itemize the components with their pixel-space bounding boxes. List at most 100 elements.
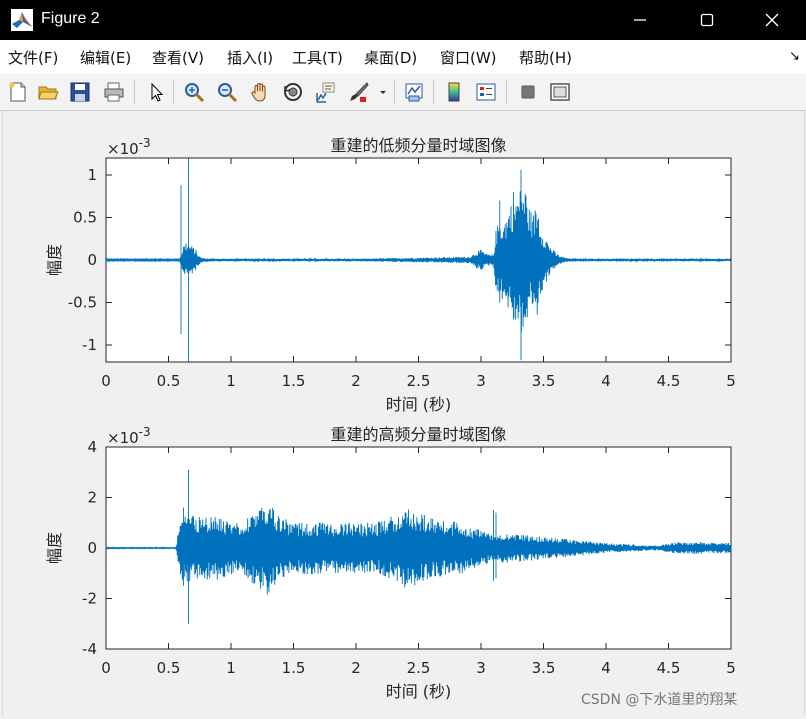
rotate-3d-icon (284, 83, 302, 101)
x-tick-label: 1.5 (282, 659, 306, 677)
x-tick-label: 3 (476, 372, 486, 390)
zoom-out-button[interactable] (213, 78, 241, 106)
menu-tools[interactable]: 工具(T) (292, 47, 343, 68)
x-tick-label: 1.5 (282, 372, 306, 390)
zoom-in-icon (185, 83, 205, 103)
x-tick-label: 4.5 (657, 372, 681, 390)
exponent-label: ×10-3 (107, 425, 151, 447)
menu-edit[interactable]: 编辑(E) (80, 47, 131, 68)
zoom-in-button[interactable] (180, 78, 208, 106)
x-tick-label: 4 (601, 659, 611, 677)
legend-button[interactable] (472, 78, 500, 106)
x-tick-label: 5 (726, 659, 736, 677)
chart-title: 重建的高频分量时域图像 (330, 425, 506, 444)
brush-button[interactable] (344, 78, 372, 106)
x-tick-label: 2 (351, 659, 361, 677)
data-cursor-icon (316, 82, 335, 103)
save-icon (70, 82, 90, 102)
new-figure-icon (9, 82, 26, 102)
x-tick-label: 3 (476, 659, 486, 677)
menu-help[interactable]: 帮助(H) (519, 47, 572, 68)
axes-highfreq[interactable]: 重建的高频分量时域图像 时间 (秒) 幅度 ×10-3 0 0.5 1 1.5 2 2.5… (45, 425, 736, 701)
y-tick-label: -2 (82, 590, 97, 608)
print-button[interactable] (100, 78, 128, 106)
menu-window[interactable]: 窗口(W) (440, 47, 497, 68)
data-cursor-button[interactable] (311, 78, 339, 106)
maximize-button[interactable] (684, 0, 730, 40)
y-tick-label: -4 (82, 640, 97, 658)
close-button[interactable] (749, 0, 795, 40)
figure-toolbar (0, 74, 806, 111)
legend-icon (476, 83, 496, 101)
link-plot-button[interactable] (400, 78, 428, 106)
chart-title: 重建的低频分量时域图像 (330, 136, 506, 155)
x-axis-label: 时间 (秒) (386, 682, 452, 701)
link-plot-icon (405, 83, 423, 102)
show-plot-tools-icon (550, 83, 570, 101)
x-tick-label: 1 (226, 372, 236, 390)
x-tick-label: 2.5 (407, 659, 431, 677)
window-title: Figure 2 (41, 10, 100, 27)
hide-plot-tools-icon (521, 85, 535, 99)
matlab-logo-icon (11, 9, 33, 31)
brush-dropdown-button[interactable] (376, 78, 390, 106)
toolbar-separator (506, 80, 507, 104)
y-tick-label: -0.5 (68, 294, 97, 312)
new-figure-button[interactable] (4, 78, 32, 106)
x-tick-label: 3.5 (532, 659, 556, 677)
y-tick-label: 0 (87, 539, 97, 557)
rotate-3d-button[interactable] (279, 78, 307, 106)
menu-insert[interactable]: 插入(I) (227, 47, 273, 68)
show-plot-tools-button[interactable] (546, 78, 574, 106)
x-tick-label: 0.5 (157, 659, 181, 677)
maximize-icon (700, 13, 714, 27)
menu-file[interactable]: 文件(F) (8, 47, 58, 68)
menu-view[interactable]: 查看(V) (152, 47, 204, 68)
zoom-out-icon (218, 83, 238, 103)
x-tick-label: 0 (101, 659, 111, 677)
x-axis-label: 时间 (秒) (386, 395, 452, 414)
figure-canvas: 重建的低频分量时域图像 时间 (秒) 幅度 ×10-3 0 0.5 1 1.5 2 2.5… (2, 111, 805, 716)
menu-desktop[interactable]: 桌面(D) (364, 47, 417, 68)
open-file-button[interactable] (34, 78, 62, 106)
pointer-arrow-icon (151, 82, 164, 102)
save-button[interactable] (66, 78, 94, 106)
colorbar-button[interactable] (440, 78, 468, 106)
x-tick-label: 4 (601, 372, 611, 390)
y-axis-label: 幅度 (45, 244, 64, 276)
axes-lowfreq[interactable]: 重建的低频分量时域图像 时间 (秒) 幅度 ×10-3 0 0.5 1 1.5 2 2.5… (45, 136, 736, 414)
brush-icon (350, 82, 369, 102)
colorbar-icon (448, 82, 460, 102)
x-tick-label: 4.5 (657, 659, 681, 677)
minimize-button[interactable] (617, 0, 663, 40)
exponent-power: -3 (139, 425, 151, 439)
x-tick-label: 2 (351, 372, 361, 390)
x-tick-label: 3.5 (532, 372, 556, 390)
exponent-base: ×10 (107, 429, 139, 447)
toolbar-separator (433, 80, 434, 104)
open-file-icon (38, 86, 59, 100)
close-icon (765, 13, 779, 27)
toolbar-separator (173, 80, 174, 104)
undock-icon[interactable]: ↘ (789, 49, 800, 64)
x-tick-label: 1 (226, 659, 236, 677)
exponent-power: -3 (139, 136, 151, 150)
y-axis-label: 幅度 (45, 532, 64, 564)
y-tick-label: 1 (87, 166, 97, 184)
toolbar-separator (134, 80, 135, 104)
plots-svg: 重建的低频分量时域图像 时间 (秒) 幅度 ×10-3 0 0.5 1 1.5 2 2.5… (45, 136, 736, 701)
y-tick-label: 0 (87, 251, 97, 269)
y-tick-label: 2 (87, 489, 97, 507)
exponent-base: ×10 (107, 140, 139, 158)
minimize-icon (634, 19, 646, 21)
dropdown-arrow-icon (380, 91, 386, 94)
print-icon (104, 82, 124, 102)
y-tick-label: -1 (82, 336, 97, 354)
pan-button[interactable] (246, 78, 274, 106)
pointer-button[interactable] (142, 78, 170, 106)
y-tick-label: 4 (87, 438, 97, 456)
hide-plot-tools-button[interactable] (514, 78, 542, 106)
window-titlebar: Figure 2 (0, 0, 806, 40)
pan-hand-icon (251, 82, 266, 102)
exponent-label: ×10-3 (107, 136, 151, 158)
